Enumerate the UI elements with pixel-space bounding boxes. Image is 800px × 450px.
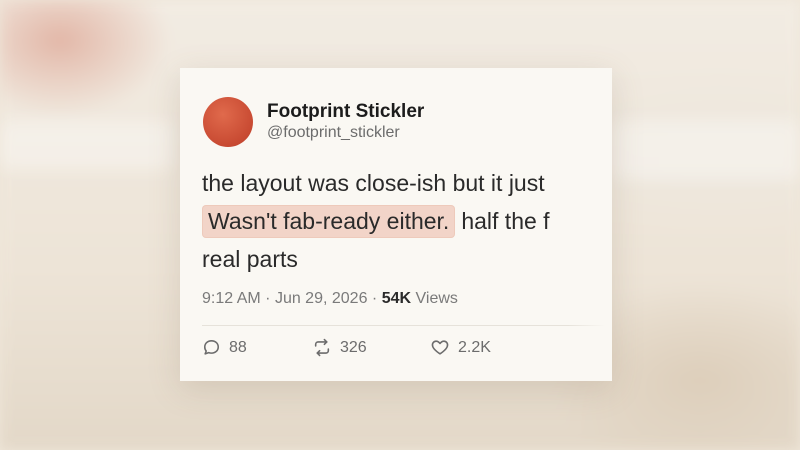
repost-icon — [312, 338, 332, 357]
post-date[interactable]: Jun 29, 2026 — [275, 290, 368, 307]
post-time[interactable]: 9:12 AM — [202, 290, 261, 307]
post-card[interactable]: Footprint Stickler @footprint_stickler t… — [180, 68, 612, 381]
like-count: 2.2K — [458, 338, 491, 356]
repost-button[interactable]: 326 — [312, 338, 430, 357]
repost-count: 326 — [340, 338, 367, 356]
avatar[interactable] — [203, 97, 253, 147]
post-actions: 88 326 2.2K — [202, 338, 491, 357]
author-handle[interactable]: @footprint_stickler — [267, 123, 424, 143]
blurred-background-shape — [610, 120, 800, 180]
author-info: Footprint Stickler @footprint_stickler — [267, 101, 424, 143]
meta-separator: · — [265, 290, 271, 307]
highlighted-phrase: Wasn't fab-ready either. — [202, 205, 456, 238]
post-body-line: the layout was close-ish but it just — [202, 170, 545, 196]
post-header: Footprint Stickler @footprint_stickler — [203, 97, 424, 147]
author-display-name[interactable]: Footprint Stickler — [267, 101, 424, 123]
reply-icon — [202, 338, 221, 357]
views-count: 54K — [381, 290, 412, 307]
meta-separator: · — [371, 290, 378, 307]
views-label: Views — [415, 290, 458, 307]
post-body-line: real parts — [202, 246, 298, 272]
post-meta: 9:12 AM · Jun 29, 2026 · 54K Views — [202, 290, 458, 308]
post-body-line: Wasn't fab-ready either. half the f — [202, 202, 612, 240]
post-body-text: half the f — [461, 208, 550, 234]
reply-button[interactable]: 88 — [202, 338, 312, 357]
like-button[interactable]: 2.2K — [430, 338, 491, 357]
reply-count: 88 — [229, 338, 247, 356]
post-body: the layout was close-ish but it just Was… — [202, 164, 612, 278]
divider — [202, 325, 612, 326]
blurred-background-shape — [0, 120, 175, 170]
heart-icon — [430, 338, 450, 357]
